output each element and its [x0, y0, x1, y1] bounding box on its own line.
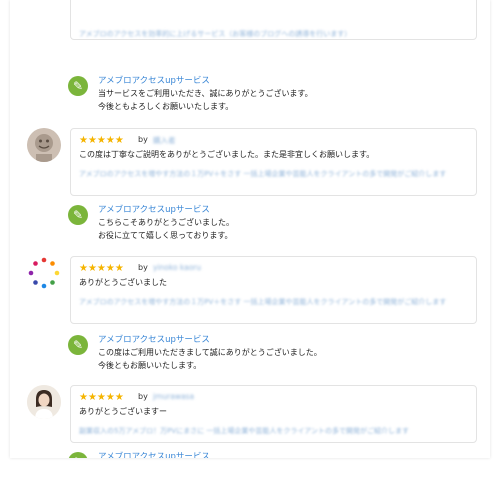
- service-link-blurred[interactable]: 副業収入の5万アメブロ！万PVにまさに 一括上場企業や芸能人をクライアントの多で…: [79, 426, 469, 436]
- seller-name-link[interactable]: アメブロアクセスupサービス: [98, 333, 210, 345]
- avatar[interactable]: [27, 128, 61, 162]
- service-link-blurred[interactable]: アメブロのアクセスを効率的に上げるサービス（お客様のブログへの誘導を行います）: [79, 29, 469, 39]
- review-card: ★★★★★ by jmurawasa ありがとうございますー 副業収入の5万アメ…: [70, 385, 477, 443]
- reviewer-name[interactable]: 購入者: [153, 135, 176, 146]
- seller-pen-icon: ✎: [68, 76, 88, 96]
- rating-stars: ★★★★★: [79, 263, 124, 274]
- review-comment: この度は丁寧なご説明をありがとうございました。また是非宜しくお願いします。: [79, 150, 375, 159]
- reply-text: 当サービスをご利用いただき、誠にありがとうございます。 今後ともよろしくお願いい…: [98, 89, 313, 111]
- review-card: ★★★★★ by yinoko kaoru ありがとうございました アメブロのア…: [70, 256, 477, 324]
- review-card-partial: アメブロのアクセスを効率的に上げるサービス（お客様のブログへの誘導を行います）: [70, 0, 477, 40]
- reviewer-name[interactable]: jmurawasa: [153, 392, 194, 401]
- rating-stars: ★★★★★: [79, 135, 124, 146]
- service-link-blurred[interactable]: アメブロのアクセスを増やす方法の１万PV＋をさす 一括上場企業や芸能人をクライア…: [79, 169, 469, 179]
- avatar[interactable]: [27, 256, 61, 290]
- reply-text: この度はご利用いただきまして誠にありがとうございました。 今後ともお願いいたしま…: [98, 348, 322, 370]
- seller-pen-icon: ✎: [68, 335, 88, 355]
- seller-name-link[interactable]: アメブロアクセスupサービス: [98, 203, 210, 215]
- reviewer-name[interactable]: yinoko kaoru: [153, 263, 201, 272]
- seller-pen-icon: ✎: [68, 205, 88, 225]
- review-comment: ありがとうございました: [79, 278, 167, 287]
- rating-stars: ★★★★★: [79, 392, 124, 403]
- review-comment: ありがとうございますー: [79, 407, 167, 416]
- review-card: ★★★★★ by 購入者 この度は丁寧なご説明をありがとうございました。また是非…: [70, 128, 477, 196]
- seller-name-link[interactable]: アメブロアクセスupサービス: [98, 450, 210, 458]
- seller-pen-icon: ✎: [68, 452, 88, 458]
- avatar[interactable]: [27, 385, 61, 419]
- service-link-blurred[interactable]: アメブロのアクセスを増やす方法の１万PV＋をさす 一括上場企業や芸能人をクライア…: [79, 297, 469, 307]
- reply-text: こちらこそありがとうございました。 お役に立てて嬉しく思っております。: [98, 218, 234, 240]
- reviews-panel: アメブロのアクセスを効率的に上げるサービス（お客様のブログへの誘導を行います） …: [10, 0, 490, 458]
- seller-name-link[interactable]: アメブロアクセスupサービス: [98, 74, 210, 86]
